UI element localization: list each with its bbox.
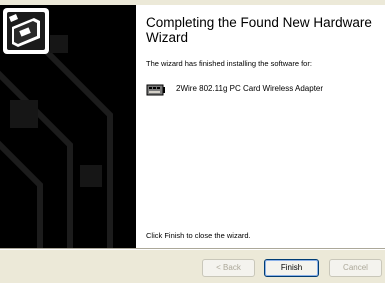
wizard-footer-text: Click Finish to close the wizard. [146,231,251,240]
finish-button[interactable]: Finish [264,259,319,277]
cancel-button[interactable]: Cancel [329,259,382,277]
back-button[interactable]: < Back [202,259,255,277]
device-name: 2Wire 802.11g PC Card Wireless Adapter [176,84,324,93]
hardware-wizard-icon [3,8,49,54]
button-separator [0,248,385,250]
wizard-content-area: Completing the Found New Hardware Wizard… [136,5,385,248]
wizard-title: Completing the Found New Hardware Wizard [146,15,372,45]
found-new-hardware-wizard: Completing the Found New Hardware Wizard… [0,0,385,283]
wizard-banner-panel [0,5,136,248]
network-card-icon [146,84,165,96]
wizard-message: The wizard has finished installing the s… [146,59,312,68]
